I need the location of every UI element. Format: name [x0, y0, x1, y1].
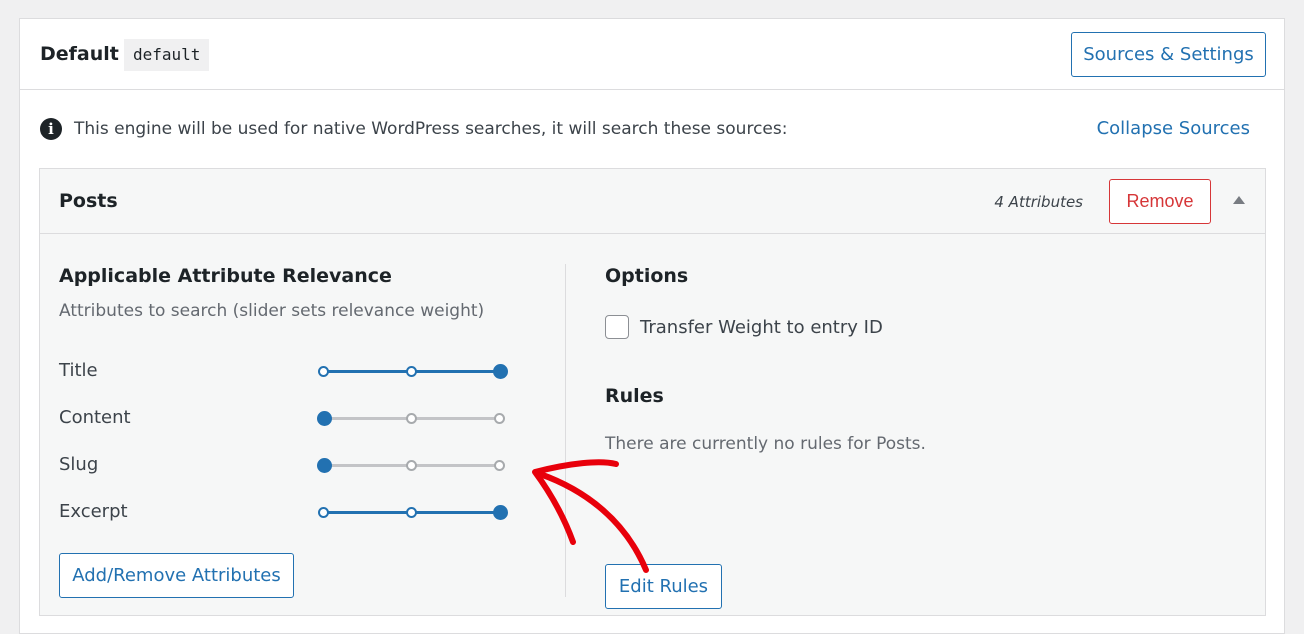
options-section: Options Transfer Weight to entry ID Rule… [605, 265, 1205, 609]
engine-info-text: This engine will be used for native Word… [74, 119, 788, 139]
transfer-weight-label: Transfer Weight to entry ID [640, 316, 883, 338]
attribute-relevance-section: Applicable Attribute Relevance Attribute… [59, 265, 539, 598]
slider-stop[interactable] [494, 460, 505, 471]
collapse-sources-link[interactable]: Collapse Sources [1097, 118, 1250, 139]
options-title: Options [605, 265, 689, 287]
remove-source-button[interactable]: Remove [1109, 179, 1211, 224]
relevance-weight-slider[interactable] [317, 454, 507, 478]
attribute-row: Title [59, 360, 519, 384]
slider-stop[interactable] [318, 507, 329, 518]
sources-settings-button[interactable]: Sources & Settings [1071, 32, 1266, 77]
attribute-label: Slug [59, 454, 99, 475]
info-icon: i [40, 118, 62, 140]
relevance-weight-slider[interactable] [317, 501, 508, 525]
relevance-weight-slider[interactable] [317, 407, 507, 431]
slider-stop[interactable] [406, 507, 417, 518]
relevance-title: Applicable Attribute Relevance [59, 265, 392, 287]
source-title: Posts [59, 190, 118, 212]
transfer-weight-option[interactable]: Transfer Weight to entry ID [605, 315, 883, 339]
slider-handle[interactable] [317, 458, 332, 473]
slider-stop[interactable] [406, 413, 417, 424]
rules-empty-text: There are currently no rules for Posts. [605, 434, 926, 454]
slider-stop[interactable] [406, 460, 417, 471]
attribute-row: Slug [59, 454, 519, 478]
slider-stop[interactable] [494, 413, 505, 424]
relevance-weight-slider[interactable] [317, 360, 508, 384]
slider-handle[interactable] [317, 411, 332, 426]
transfer-weight-checkbox[interactable] [605, 315, 629, 339]
engine-slug: default [124, 39, 210, 71]
attribute-label: Title [59, 360, 98, 381]
slider-stop[interactable] [406, 366, 417, 377]
attribute-label: Content [59, 407, 131, 428]
rules-title: Rules [605, 385, 664, 407]
attribute-row: Excerpt [59, 501, 519, 525]
edit-rules-button[interactable]: Edit Rules [605, 564, 722, 609]
collapse-arrow-icon[interactable] [1233, 196, 1245, 204]
engine-card: Default default Sources & Settings i Thi… [19, 18, 1285, 634]
attribute-label: Excerpt [59, 501, 128, 522]
column-divider [565, 264, 566, 597]
slider-stop[interactable] [318, 366, 329, 377]
source-posts-panel: Posts 4 Attributes Remove Applicable Att… [39, 168, 1266, 616]
slider-handle[interactable] [493, 505, 508, 520]
engine-title: Default [40, 43, 119, 65]
engine-header: Default default Sources & Settings [20, 19, 1284, 90]
attribute-row: Content [59, 407, 519, 431]
source-header: Posts 4 Attributes Remove [40, 169, 1265, 234]
engine-info: i This engine will be used for native Wo… [40, 117, 787, 141]
add-remove-attributes-button[interactable]: Add/Remove Attributes [59, 553, 294, 598]
attribute-count: 4 Attributes [994, 193, 1083, 211]
relevance-subtitle: Attributes to search (slider sets releva… [59, 301, 485, 321]
slider-handle[interactable] [493, 364, 508, 379]
